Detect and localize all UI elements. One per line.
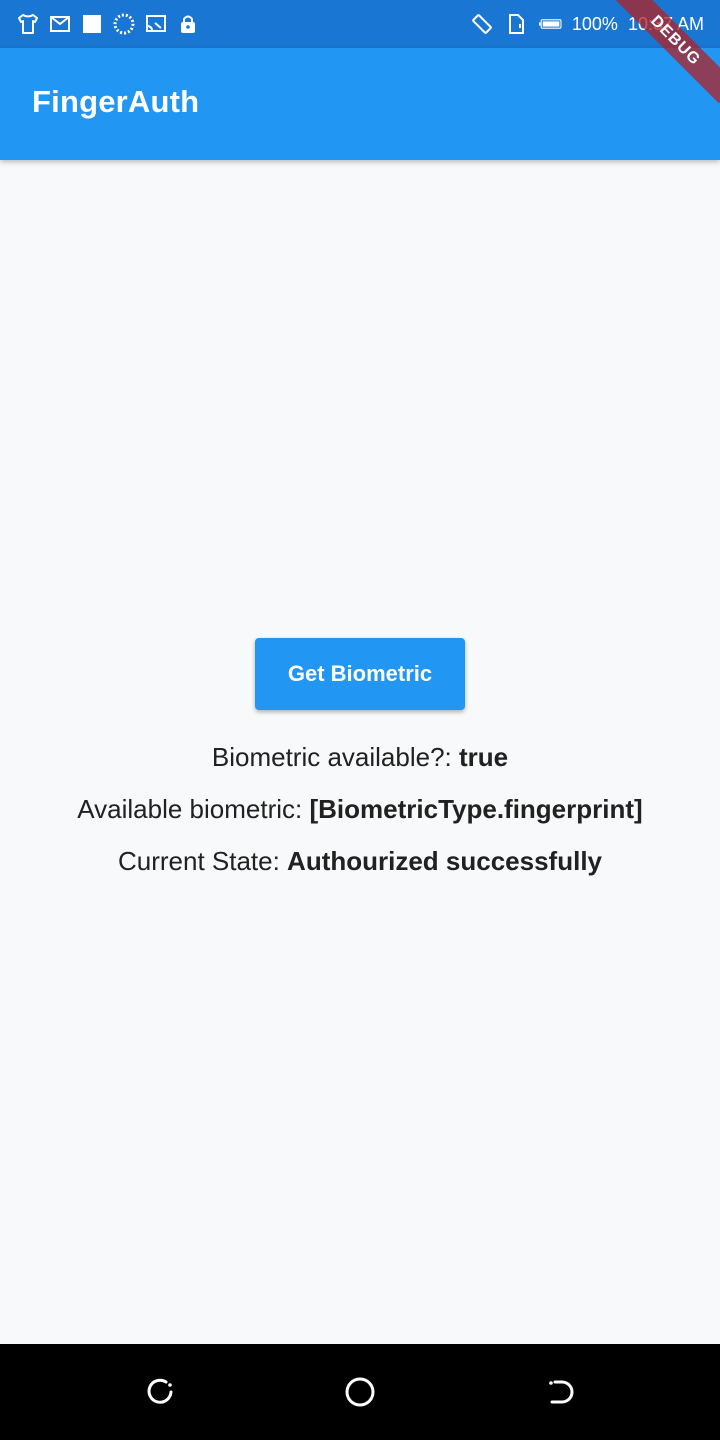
sync-icon: [112, 12, 136, 36]
available-biometric-value: [BiometricType.fingerprint]: [309, 794, 643, 824]
biometric-available-label: Biometric available?:: [211, 742, 459, 772]
rotate-icon: [470, 12, 494, 36]
clock: 10:37 AM: [627, 13, 704, 34]
biometric-available-value: true: [459, 742, 509, 772]
current-state-label: Current State:: [117, 846, 288, 876]
main-content: Get Biometric Biometric available?: true…: [0, 160, 720, 1344]
back-icon[interactable]: [542, 1374, 578, 1410]
status-system-icons: 100% 10:37 AM: [470, 12, 704, 36]
app-title: FingerAuth: [32, 84, 200, 119]
square-icon: [80, 12, 104, 36]
available-biometric-label: Available biometric:: [77, 794, 310, 824]
status-bar: 100% 10:37 AM: [0, 0, 720, 48]
get-biometric-button[interactable]: Get Biometric: [255, 638, 465, 710]
navigation-bar: [0, 1344, 720, 1440]
tshirt-icon: [16, 12, 40, 36]
available-biometric-line: Available biometric: [BiometricType.fing…: [0, 794, 720, 825]
current-state-line: Current State: Authourized successfully: [0, 846, 720, 877]
gmail-icon: [48, 12, 72, 36]
app-bar: FingerAuth: [0, 48, 720, 160]
battery-icon: [538, 12, 562, 36]
no-sim-icon: [504, 12, 528, 36]
cast-icon: [144, 12, 168, 36]
battery-percentage: 100%: [571, 13, 618, 34]
biometric-available-line: Biometric available?: true: [0, 742, 720, 773]
home-icon[interactable]: [342, 1374, 378, 1410]
lock-icon: [176, 12, 200, 36]
current-state-value: Authourized successfully: [287, 846, 603, 876]
status-notification-icons: [16, 12, 200, 36]
recent-apps-icon[interactable]: [142, 1374, 178, 1410]
